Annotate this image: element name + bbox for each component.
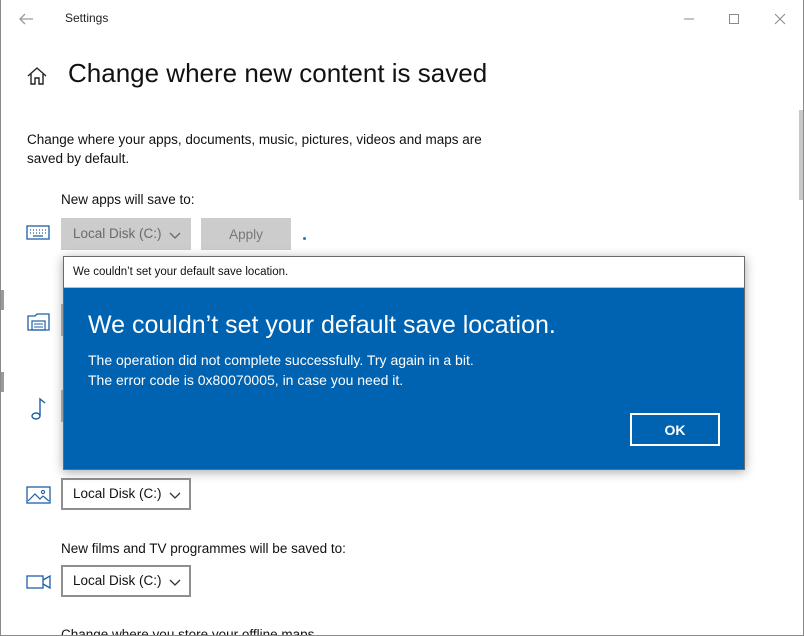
keyboard-icon bbox=[25, 220, 53, 248]
settings-window: Settings Change where new content is sav… bbox=[0, 0, 804, 636]
error-dialog: We couldn’t set your default save locati… bbox=[63, 256, 745, 470]
chevron-down-icon bbox=[169, 229, 181, 239]
music-note-icon bbox=[25, 395, 53, 423]
chevron-down-icon bbox=[169, 489, 181, 499]
left-edge-marker bbox=[1, 290, 4, 310]
title-bar: Settings bbox=[1, 0, 803, 38]
dialog-heading: We couldn’t set your default save locati… bbox=[88, 311, 556, 339]
ok-button[interactable]: OK bbox=[630, 413, 720, 446]
dialog-window-title: We couldn’t set your default save locati… bbox=[73, 266, 289, 278]
apps-drive-dropdown[interactable]: Local Disk (C:) bbox=[61, 218, 191, 250]
films-drive-value: Local Disk (C:) bbox=[73, 573, 162, 588]
page-description: Change where your apps, documents, music… bbox=[27, 132, 482, 166]
dialog-message-line1: The operation did not complete successfu… bbox=[88, 352, 474, 368]
document-folder-icon bbox=[25, 308, 53, 336]
video-camera-icon bbox=[25, 568, 53, 596]
home-icon[interactable] bbox=[25, 64, 49, 88]
dialog-title-bar: We couldn’t set your default save locati… bbox=[64, 257, 744, 288]
apps-drive-value: Local Disk (C:) bbox=[73, 226, 162, 241]
apply-button[interactable]: Apply bbox=[201, 218, 291, 250]
chevron-down-icon bbox=[169, 576, 181, 586]
page-title: Change where new content is saved bbox=[68, 58, 488, 88]
arrow-left-icon[interactable] bbox=[15, 8, 37, 30]
progress-dot bbox=[303, 237, 306, 240]
minimize-icon[interactable] bbox=[665, 4, 711, 34]
scrollbar[interactable] bbox=[799, 110, 803, 200]
window-title: Settings bbox=[65, 11, 109, 25]
photos-drive-value: Local Disk (C:) bbox=[73, 486, 162, 501]
maximize-icon[interactable] bbox=[711, 4, 757, 34]
left-edge-marker bbox=[1, 372, 4, 392]
picture-icon bbox=[25, 482, 53, 510]
films-section-label: New films and TV programmes will be save… bbox=[61, 541, 346, 556]
dialog-message-line2: The error code is 0x80070005, in case yo… bbox=[88, 372, 404, 388]
apps-section-label: New apps will save to: bbox=[61, 192, 195, 207]
offline-maps-link[interactable]: Change where you store your offline maps bbox=[61, 627, 314, 635]
close-icon[interactable] bbox=[757, 4, 803, 34]
films-drive-dropdown[interactable]: Local Disk (C:) bbox=[61, 565, 191, 597]
photos-drive-dropdown[interactable]: Local Disk (C:) bbox=[61, 478, 191, 510]
